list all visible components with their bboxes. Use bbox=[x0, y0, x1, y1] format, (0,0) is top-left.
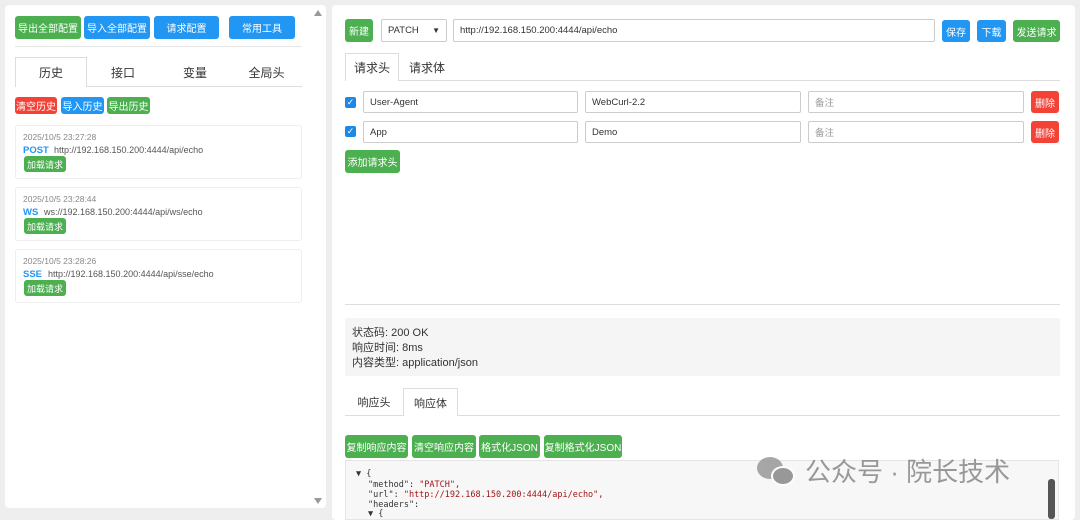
tab-response-body[interactable]: 响应体 bbox=[403, 388, 458, 416]
import-all-config-button[interactable]: 导入全部配置 bbox=[84, 16, 150, 39]
history-time: 2025/10/5 23:27:28 bbox=[23, 132, 97, 142]
left-scrollbar[interactable] bbox=[312, 8, 324, 506]
history-item[interactable]: 2025/10/5 23:28:44 WS ws://192.168.150.2… bbox=[15, 187, 302, 241]
tab-request-headers[interactable]: 请求头 bbox=[345, 53, 399, 81]
header-key-input[interactable]: App bbox=[363, 121, 578, 143]
json-line: ▼ { bbox=[368, 509, 383, 519]
scroll-down-icon[interactable] bbox=[314, 498, 322, 504]
response-time: 响应时间: 8ms bbox=[352, 342, 423, 354]
format-json-button[interactable]: 格式化JSON bbox=[479, 435, 540, 458]
method-value: PATCH bbox=[388, 25, 419, 36]
header-enabled-checkbox[interactable]: ✓ bbox=[345, 126, 356, 137]
divider bbox=[15, 46, 302, 47]
load-request-button[interactable]: 加载请求 bbox=[24, 218, 66, 234]
json-line: "method": "PATCH", bbox=[368, 480, 461, 490]
watermark-text: 公众号 · 院长技术 bbox=[805, 457, 1011, 487]
history-item[interactable]: 2025/10/5 23:27:28 POST http://192.168.1… bbox=[15, 125, 302, 179]
history-url: ws://192.168.150.200:4444/api/ws/echo bbox=[44, 207, 203, 217]
export-all-config-button[interactable]: 导出全部配置 bbox=[15, 16, 81, 39]
tab-global-headers[interactable]: 全局头 bbox=[231, 57, 302, 87]
save-button[interactable]: 保存 bbox=[942, 20, 970, 42]
download-button[interactable]: 下载 bbox=[977, 20, 1006, 42]
history-url: http://192.168.150.200:4444/api/echo bbox=[54, 145, 204, 155]
wechat-icon bbox=[757, 455, 797, 487]
history-time: 2025/10/5 23:28:44 bbox=[23, 194, 97, 204]
history-method: POST bbox=[23, 145, 49, 156]
export-history-button[interactable]: 导出历史 bbox=[107, 97, 150, 114]
collapse-toggle[interactable]: ▼ { bbox=[368, 509, 383, 519]
load-request-button[interactable]: 加载请求 bbox=[24, 280, 66, 296]
import-history-button[interactable]: 导入历史 bbox=[61, 97, 104, 114]
tab-response-headers[interactable]: 响应头 bbox=[345, 388, 403, 416]
common-tools-button[interactable]: 常用工具 bbox=[229, 16, 295, 39]
request-config-button[interactable]: 请求配置 bbox=[154, 16, 219, 39]
header-value-input[interactable]: WebCurl-2.2 bbox=[585, 91, 801, 113]
tab-variables[interactable]: 变量 bbox=[159, 57, 231, 87]
history-time: 2025/10/5 23:28:26 bbox=[23, 256, 97, 266]
header-key-input[interactable]: User-Agent bbox=[363, 91, 578, 113]
history-item[interactable]: 2025/10/5 23:28:26 SSE http://192.168.15… bbox=[15, 249, 302, 303]
send-request-button[interactable]: 发送请求 bbox=[1013, 20, 1060, 42]
header-note-input[interactable]: 备注 bbox=[808, 121, 1024, 143]
add-header-button[interactable]: 添加请求头 bbox=[345, 150, 400, 173]
watermark: 公众号 · 院长技术 bbox=[757, 452, 1010, 489]
scroll-up-icon[interactable] bbox=[314, 10, 322, 16]
delete-header-button[interactable]: 删除 bbox=[1031, 121, 1059, 143]
json-line: "url": "http://192.168.150.200:4444/api/… bbox=[368, 490, 604, 500]
header-value-input[interactable]: Demo bbox=[585, 121, 801, 143]
history-method: SSE bbox=[23, 269, 43, 280]
new-request-button[interactable]: 新建 bbox=[345, 19, 373, 42]
url-input[interactable]: http://192.168.150.200:4444/api/echo bbox=[453, 19, 935, 42]
tab-interfaces[interactable]: 接口 bbox=[87, 57, 159, 87]
tab-history[interactable]: 历史 bbox=[15, 57, 87, 87]
divider bbox=[345, 304, 1060, 305]
history-url: http://192.168.150.200:4444/api/sse/echo bbox=[48, 269, 214, 279]
code-scrollbar[interactable] bbox=[1048, 479, 1055, 519]
header-enabled-checkbox[interactable]: ✓ bbox=[345, 97, 356, 108]
header-note-input[interactable]: 备注 bbox=[808, 91, 1024, 113]
tab-request-body[interactable]: 请求体 bbox=[399, 53, 455, 81]
history-method: WS bbox=[23, 207, 39, 218]
load-request-button[interactable]: 加载请求 bbox=[24, 156, 66, 172]
chevron-down-icon: ▼ bbox=[432, 26, 440, 35]
delete-header-button[interactable]: 删除 bbox=[1031, 91, 1059, 113]
content-type: 内容类型: application/json bbox=[352, 357, 478, 369]
copy-formatted-json-button[interactable]: 复制格式化JSON bbox=[544, 435, 622, 458]
response-status-box: 状态码: 200 OK 响应时间: 8ms 内容类型: application/… bbox=[345, 318, 1060, 376]
json-line: ▼ { bbox=[356, 469, 371, 479]
status-code: 状态码: 200 OK bbox=[352, 327, 429, 339]
clear-history-button[interactable]: 清空历史 bbox=[15, 97, 57, 114]
clear-response-button[interactable]: 清空响应内容 bbox=[412, 435, 476, 458]
collapse-toggle[interactable]: ▼ { bbox=[356, 469, 371, 479]
method-select[interactable]: PATCH ▼ bbox=[381, 19, 447, 42]
copy-response-button[interactable]: 复制响应内容 bbox=[345, 435, 408, 458]
